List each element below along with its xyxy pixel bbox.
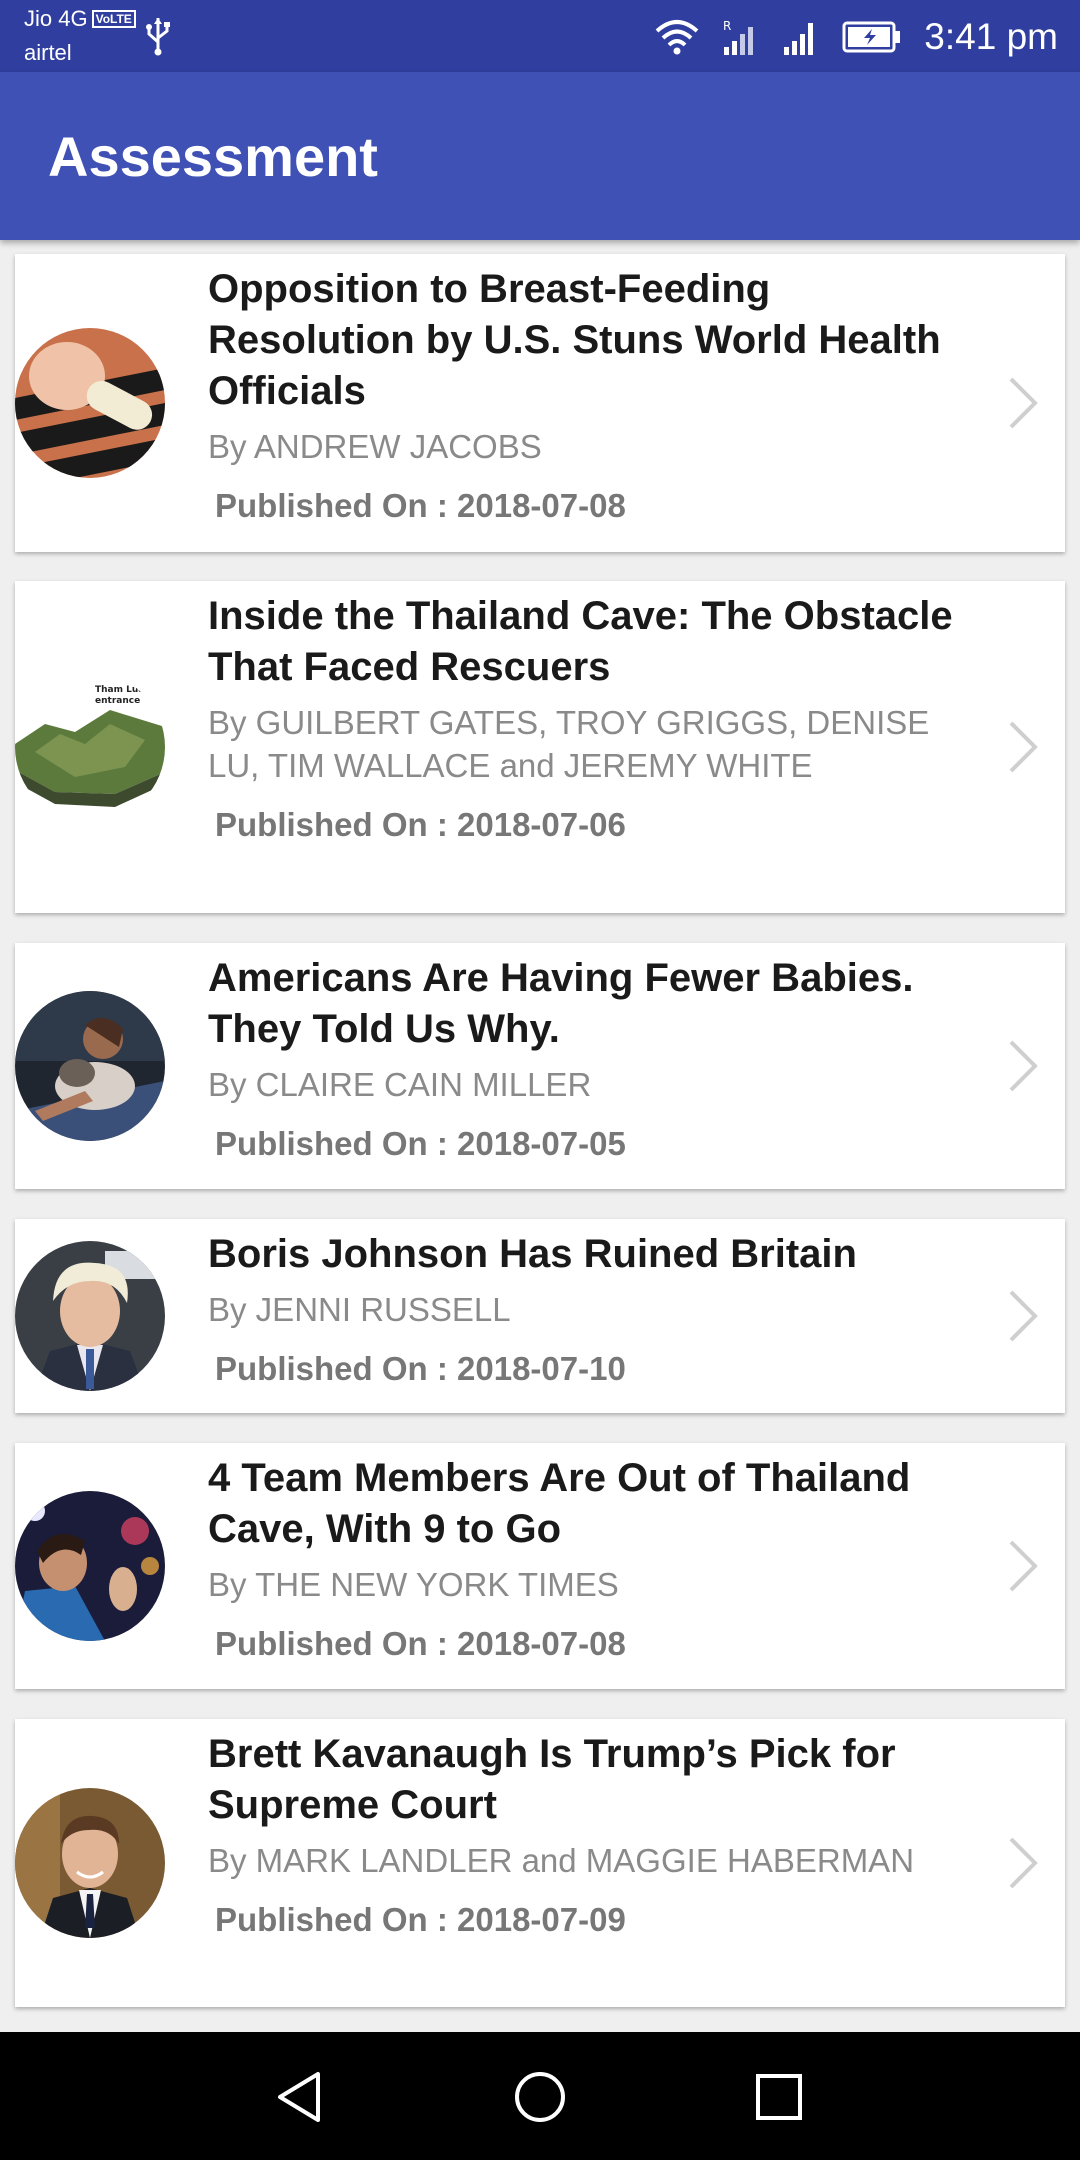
article-thumbnail bbox=[15, 1491, 165, 1641]
article-title: Inside the Thailand Cave: The Obstacle T… bbox=[208, 594, 953, 689]
article-published: Published On : 2018-07-08 bbox=[215, 487, 626, 524]
article-published: Published On : 2018-07-09 bbox=[215, 1901, 626, 1938]
article-author: By GUILBERT GATES, TROY GRIGGS, DENISE L… bbox=[208, 704, 930, 784]
article-card[interactable]: Opposition to Breast-Feeding Resolution … bbox=[15, 254, 1065, 552]
article-title: Boris Johnson Has Ruined Britain bbox=[208, 1232, 857, 1276]
navigation-bar bbox=[0, 2032, 1080, 2160]
chevron-right-icon bbox=[1009, 1290, 1038, 1342]
chevron-right-icon bbox=[1009, 1540, 1038, 1592]
article-text: Boris Johnson Has Ruined Britain By JENN… bbox=[208, 1229, 975, 1390]
article-thumbnail bbox=[15, 1241, 165, 1391]
article-text: Americans Are Having Fewer Babies. They … bbox=[208, 953, 975, 1165]
home-icon[interactable] bbox=[505, 2062, 575, 2132]
chevron-right-icon bbox=[1009, 1040, 1038, 1092]
app-bar: Assessment bbox=[0, 72, 1080, 240]
article-card[interactable]: Tham Luang entrance Inside the Thailand … bbox=[15, 581, 1065, 913]
carrier-2-label: airtel bbox=[24, 40, 72, 65]
article-text: Brett Kavanaugh Is Trump’s Pick for Supr… bbox=[208, 1729, 975, 1941]
signal-icon bbox=[784, 23, 814, 55]
status-icons: R 3:41 pm bbox=[654, 12, 1058, 62]
article-thumbnail bbox=[15, 1788, 165, 1938]
article-title: Brett Kavanaugh Is Trump’s Pick for Supr… bbox=[208, 1732, 896, 1827]
article-published: Published On : 2018-07-10 bbox=[215, 1350, 626, 1387]
article-card[interactable]: Brett Kavanaugh Is Trump’s Pick for Supr… bbox=[15, 1719, 1065, 2007]
article-text: Inside the Thailand Cave: The Obstacle T… bbox=[208, 591, 975, 846]
thumb-label: entrance bbox=[95, 696, 140, 706]
carrier-1-label: Jio 4G bbox=[24, 6, 88, 31]
article-text: 4 Team Members Are Out of Thailand Cave,… bbox=[208, 1453, 975, 1665]
battery-charging-icon bbox=[842, 21, 901, 53]
signal-roaming-icon: R bbox=[723, 19, 754, 55]
article-text: Opposition to Breast-Feeding Resolution … bbox=[208, 264, 975, 527]
article-title: 4 Team Members Are Out of Thailand Cave,… bbox=[208, 1456, 911, 1551]
article-published: Published On : 2018-07-05 bbox=[215, 1125, 626, 1162]
clock: 3:41 pm bbox=[924, 16, 1058, 57]
article-title: Opposition to Breast-Feeding Resolution … bbox=[208, 267, 941, 413]
article-author: By CLAIRE CAIN MILLER bbox=[208, 1066, 592, 1103]
article-card[interactable]: 4 Team Members Are Out of Thailand Cave,… bbox=[15, 1443, 1065, 1689]
page-title: Assessment bbox=[48, 125, 378, 188]
svg-text:R: R bbox=[723, 19, 731, 33]
article-thumbnail bbox=[15, 991, 165, 1141]
volte-badge: VoLTE bbox=[91, 10, 136, 28]
article-card[interactable]: Boris Johnson Has Ruined Britain By JENN… bbox=[15, 1219, 1065, 1413]
article-published: Published On : 2018-07-06 bbox=[215, 806, 626, 843]
article-author: By JENNI RUSSELL bbox=[208, 1291, 511, 1328]
carrier-1: Jio 4G VoLTE bbox=[24, 6, 136, 32]
article-title: Americans Are Having Fewer Babies. They … bbox=[208, 956, 914, 1051]
article-author: By ANDREW JACOBS bbox=[208, 428, 542, 465]
back-icon[interactable] bbox=[266, 2062, 336, 2132]
chevron-right-icon bbox=[1009, 1837, 1038, 1889]
status-bar: Jio 4G VoLTE airtel R 3:41 pm bbox=[0, 0, 1080, 72]
article-published: Published On : 2018-07-08 bbox=[215, 1625, 626, 1662]
article-card[interactable]: Americans Are Having Fewer Babies. They … bbox=[15, 943, 1065, 1189]
article-thumbnail: Tham Luang entrance bbox=[15, 672, 165, 822]
usb-icon bbox=[146, 18, 170, 56]
wifi-icon bbox=[655, 20, 699, 55]
recents-icon[interactable] bbox=[744, 2062, 814, 2132]
thumb-label: Tham Luang bbox=[95, 685, 157, 695]
article-author: By MARK LANDLER and MAGGIE HABERMAN bbox=[208, 1842, 915, 1879]
article-author: By THE NEW YORK TIMES bbox=[208, 1566, 619, 1603]
chevron-right-icon bbox=[1009, 721, 1038, 773]
article-thumbnail bbox=[15, 328, 165, 478]
chevron-right-icon bbox=[1009, 377, 1038, 429]
